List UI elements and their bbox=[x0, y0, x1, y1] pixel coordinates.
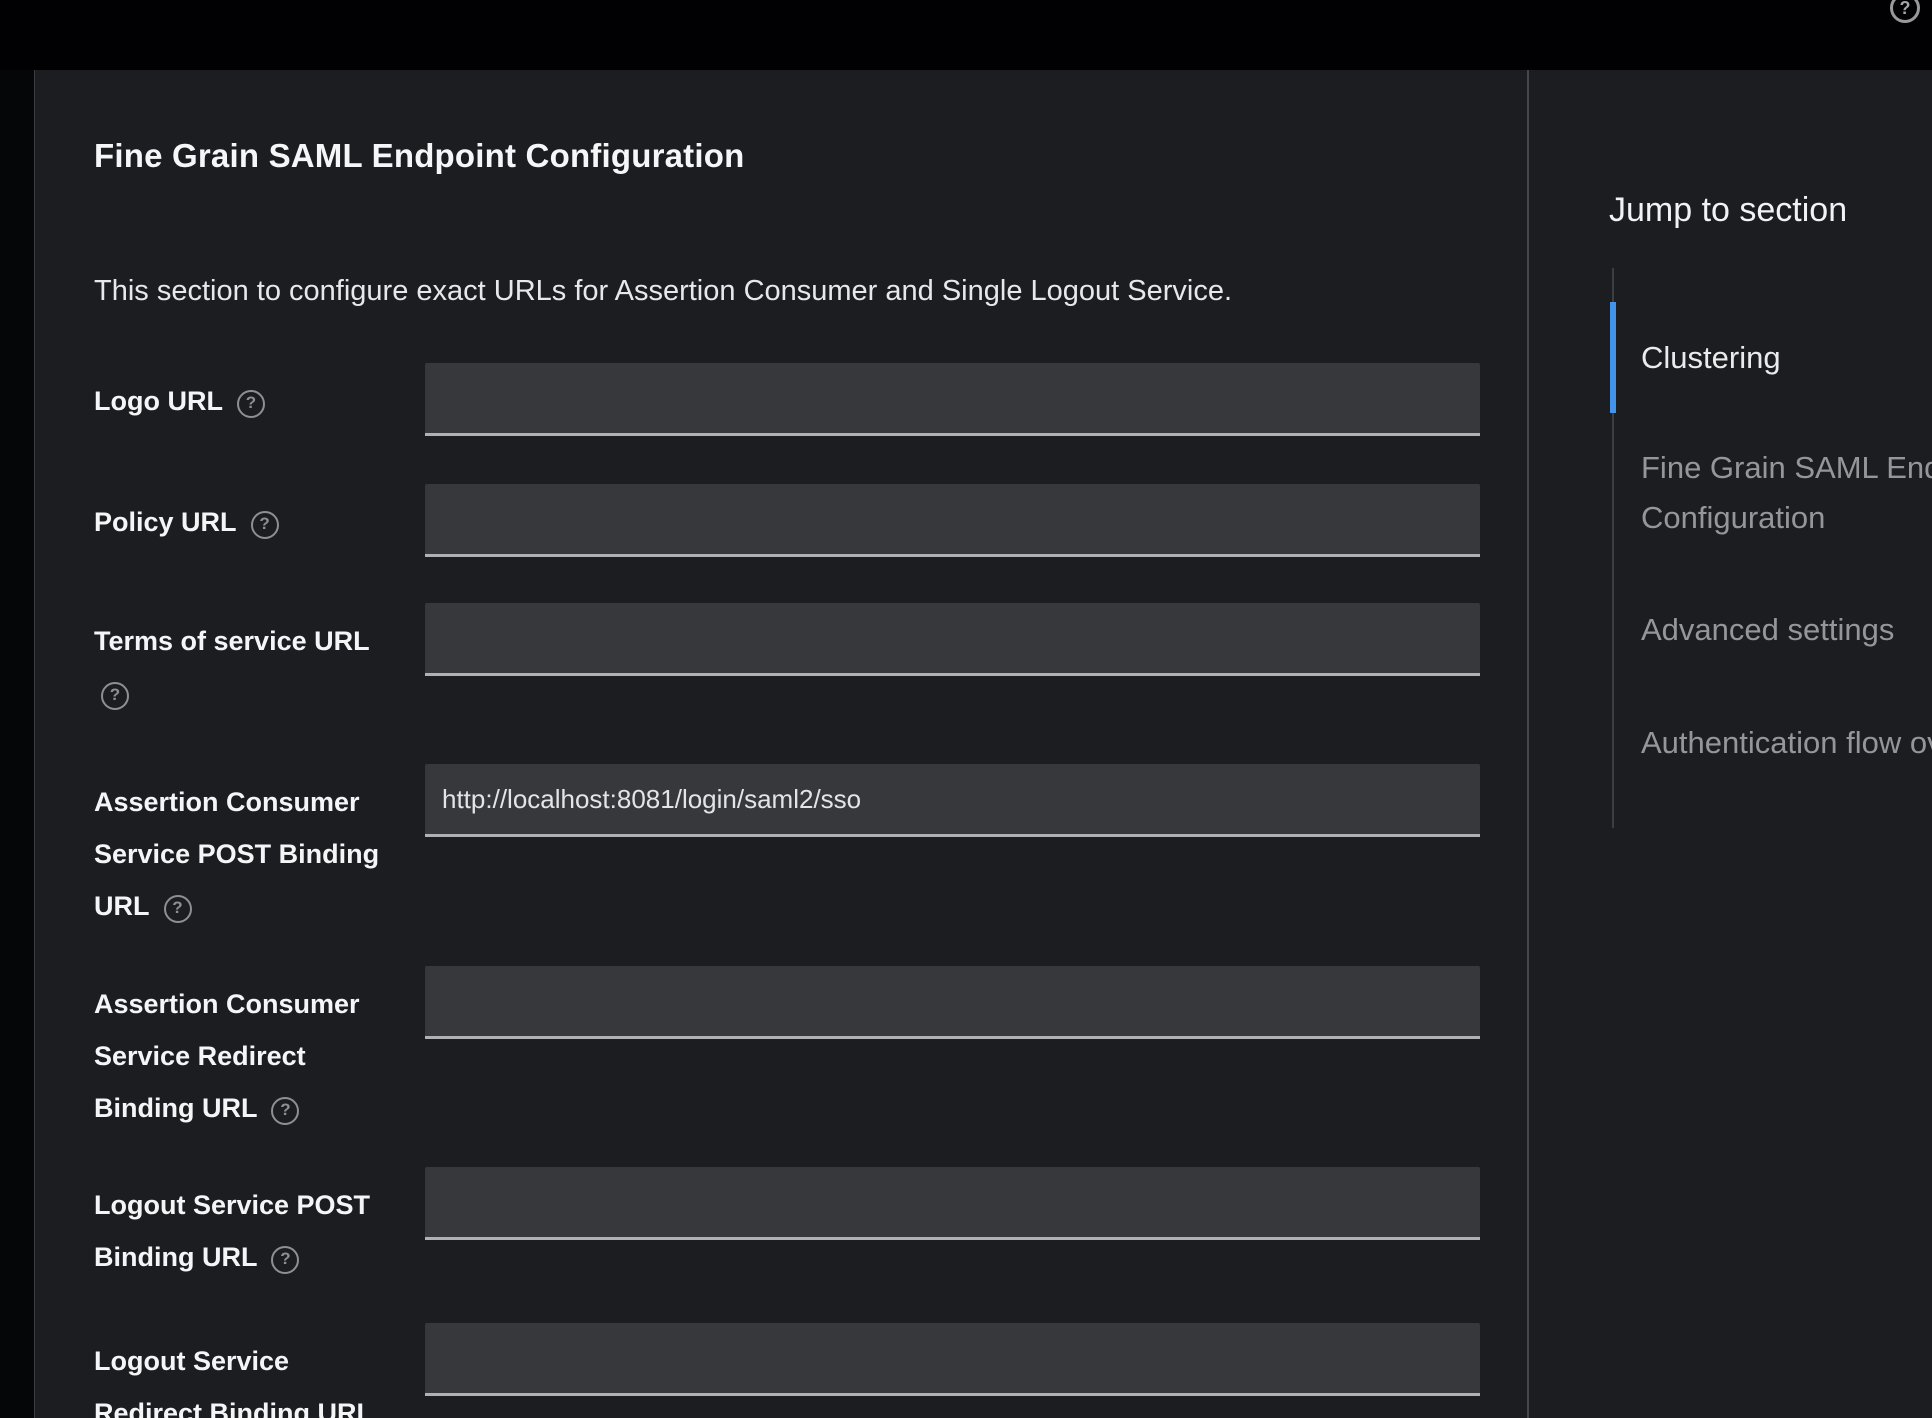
field-label: Logout Service POST Binding URL? bbox=[94, 1179, 394, 1283]
form-row-acs-post-url: Assertion Consumer Service POST Binding … bbox=[35, 764, 1527, 837]
logout-post-url-input[interactable] bbox=[425, 1167, 1480, 1240]
help-icon[interactable]: ? bbox=[101, 682, 129, 710]
form-row-terms-url: Terms of service URL ? bbox=[35, 603, 1527, 676]
section-description: This section to configure exact URLs for… bbox=[94, 274, 1232, 309]
question-glyph: ? bbox=[246, 393, 256, 412]
question-glyph: ? bbox=[172, 898, 182, 917]
keycloak-client-settings-screen: ? Fine Grain SAML Endpoint Configuration… bbox=[0, 0, 1932, 1418]
help-icon[interactable]: ? bbox=[271, 1246, 299, 1274]
question-glyph: ? bbox=[110, 685, 120, 704]
section-title: Fine Grain SAML Endpoint Configuration bbox=[94, 134, 744, 178]
field-label-text: Service POST Binding bbox=[94, 839, 379, 869]
field-label-text: URL bbox=[94, 891, 150, 921]
acs-redirect-url-input[interactable] bbox=[425, 966, 1480, 1039]
jump-to-section-sidebar: Jump to section Clustering Fine Grain SA… bbox=[1527, 70, 1932, 1418]
logo-url-input[interactable] bbox=[425, 363, 1480, 436]
field-label-text: Binding URL bbox=[94, 1242, 257, 1272]
field-label: Logo URL? bbox=[94, 375, 394, 427]
sidebar-item-label: Advanced settings bbox=[1641, 605, 1932, 655]
logout-redirect-url-input[interactable] bbox=[425, 1323, 1480, 1396]
field-label-text: Binding URL bbox=[94, 1093, 257, 1123]
field-label-text: Logout Service bbox=[94, 1346, 289, 1376]
sidebar-item-label: Authentication flow overrides bbox=[1641, 718, 1932, 768]
form-row-logout-redirect-url: Logout Service Redirect Binding URL ? bbox=[35, 1323, 1527, 1396]
settings-panel: Fine Grain SAML Endpoint Configuration T… bbox=[35, 70, 1527, 1418]
global-help-icon[interactable]: ? bbox=[1890, 0, 1920, 23]
sidebar-item-label: Configuration bbox=[1641, 493, 1932, 543]
policy-url-input[interactable] bbox=[425, 484, 1480, 557]
field-label-text: Terms of service URL bbox=[94, 626, 370, 656]
field-label-text: Redirect Binding URL bbox=[94, 1398, 373, 1418]
sidebar-item-advanced-settings[interactable]: Advanced settings bbox=[1641, 605, 1932, 655]
terms-url-input[interactable] bbox=[425, 603, 1480, 676]
active-item-indicator bbox=[1610, 302, 1616, 413]
left-gutter bbox=[0, 70, 35, 1418]
help-icon[interactable]: ? bbox=[271, 1097, 299, 1125]
field-label: Assertion Consumer Service POST Binding … bbox=[94, 776, 394, 932]
question-glyph: ? bbox=[280, 1249, 290, 1268]
sidebar-item-clustering[interactable]: Clustering bbox=[1641, 333, 1932, 383]
sidebar-item-label: Fine Grain SAML Endpoint bbox=[1641, 443, 1932, 493]
help-icon[interactable]: ? bbox=[237, 390, 265, 418]
help-icon[interactable]: ? bbox=[251, 511, 279, 539]
field-label-text: Logout Service POST bbox=[94, 1190, 370, 1220]
question-glyph: ? bbox=[1900, 0, 1911, 18]
help-icon[interactable]: ? bbox=[164, 895, 192, 923]
field-label: Policy URL? bbox=[94, 496, 394, 548]
question-glyph: ? bbox=[280, 1100, 290, 1119]
jump-to-section-title: Jump to section bbox=[1609, 190, 1847, 230]
field-label-text: Service Redirect bbox=[94, 1041, 306, 1071]
field-label-text: Logo URL bbox=[94, 386, 223, 416]
field-label-text: Policy URL bbox=[94, 507, 237, 537]
form-row-logo-url: Logo URL? bbox=[35, 363, 1527, 436]
field-label: Logout Service Redirect Binding URL ? bbox=[94, 1335, 394, 1418]
form-row-policy-url: Policy URL? bbox=[35, 484, 1527, 557]
field-label-text: Assertion Consumer bbox=[94, 787, 360, 817]
field-label-text: Assertion Consumer bbox=[94, 989, 360, 1019]
field-label: Assertion Consumer Service Redirect Bind… bbox=[94, 978, 394, 1134]
sidebar-item-label: Clustering bbox=[1641, 333, 1932, 383]
top-header: ? bbox=[0, 0, 1932, 70]
form-row-acs-redirect-url: Assertion Consumer Service Redirect Bind… bbox=[35, 966, 1527, 1039]
sidebar-item-fine-grain-saml[interactable]: Fine Grain SAML Endpoint Configuration bbox=[1641, 443, 1932, 543]
form-row-logout-post-url: Logout Service POST Binding URL? bbox=[35, 1167, 1527, 1240]
question-glyph: ? bbox=[259, 514, 269, 533]
acs-post-url-input[interactable] bbox=[425, 764, 1480, 837]
sidebar-item-authentication-flow-overrides[interactable]: Authentication flow overrides bbox=[1641, 718, 1932, 768]
field-label: Terms of service URL ? bbox=[94, 615, 394, 719]
